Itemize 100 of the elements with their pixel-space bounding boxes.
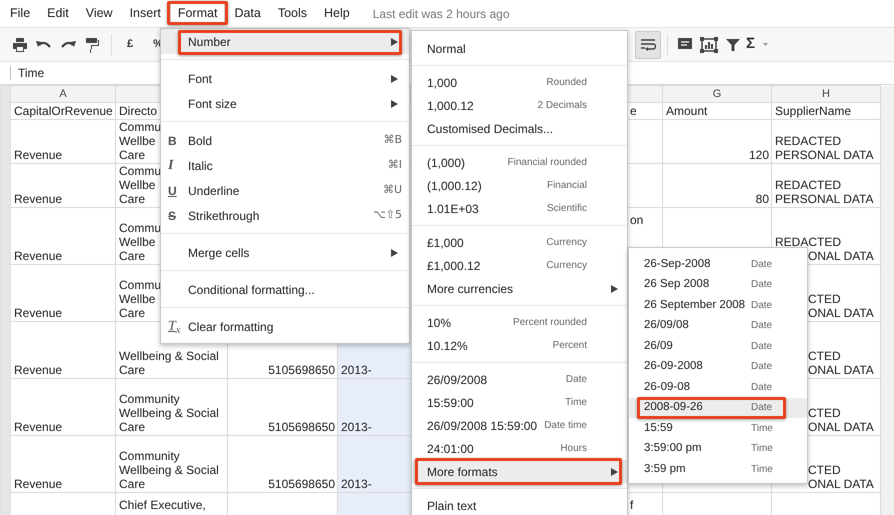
menu-item[interactable]: View: [78, 2, 121, 25]
text-wrap-icon[interactable]: [634, 30, 661, 58]
submenu-arrow-icon: [391, 248, 398, 256]
sum-button[interactable]: Σ: [746, 33, 768, 56]
cell-text: Commu Wellbe Care: [119, 221, 162, 263]
cell-text: Directo: [119, 104, 158, 118]
submenu-arrow-icon: [611, 284, 618, 292]
cell-text: Commu Wellbe Care: [119, 164, 162, 206]
menu-item[interactable]: Tools: [270, 2, 316, 25]
menu-item[interactable]: £1,000.12 Currency: [412, 254, 627, 277]
currency-button[interactable]: £: [118, 36, 142, 53]
cell-text: Commu Wellbe Care: [119, 120, 162, 162]
menu-item[interactable]: Customised Decimals...: [412, 117, 627, 140]
menu-item[interactable]: 15:59:00 Time: [412, 391, 627, 414]
cell-text: Commu Wellbe Care: [119, 278, 162, 320]
column-header[interactable]: A: [10, 86, 116, 102]
menu-item[interactable]: £1,000 Currency: [412, 231, 627, 254]
column-header[interactable]: H: [772, 86, 880, 102]
format-hint: Time: [751, 422, 773, 436]
cell-text: CTED ONAL DATA: [808, 406, 874, 434]
column-header[interactable]: G: [662, 86, 772, 102]
menu-item[interactable]: 26 Sep 2008 Date: [629, 274, 807, 295]
bold-icon: B: [168, 132, 188, 150]
menu-item[interactable]: I Italic ⌘I: [161, 153, 409, 178]
format-hint: Rounded: [546, 76, 587, 90]
format-hint: Date: [751, 360, 772, 374]
menu-item[interactable]: 3:59:00 pm Time: [629, 438, 807, 459]
menu-item[interactable]: 1.01E+03 Scientific: [412, 197, 627, 220]
menu-item[interactable]: Data: [226, 2, 269, 25]
cell-text: Revenue: [14, 420, 62, 434]
menu-item[interactable]: U Underline ⌘U: [161, 178, 409, 203]
cell-text: 2013-: [341, 477, 372, 491]
menu-item[interactable]: 1,000.12 2 Decimals: [412, 94, 627, 117]
menu-item[interactable]: 1,000 Rounded: [412, 71, 627, 94]
menu-item[interactable]: 3:59 pm Time: [629, 459, 807, 480]
cell-text: 2013-: [341, 420, 372, 434]
menu-item[interactable]: Help: [316, 2, 358, 25]
cell-text: CTED ONAL DATA: [808, 349, 874, 377]
format-hint: Date time: [544, 419, 587, 433]
cell-text: Amount: [666, 104, 708, 118]
menu-item[interactable]: 24:01:00 Hours: [412, 437, 627, 460]
cell-text: Community Wellbeing & Social Care: [119, 392, 219, 434]
shortcut-label: ⌥⇧5: [373, 207, 402, 224]
italic-icon: I: [168, 155, 188, 176]
format-hint: Currency: [546, 236, 587, 250]
menu-item[interactable]: 26/09/08 Date: [629, 316, 807, 336]
cell-text: Revenue: [14, 306, 62, 320]
format-hint: Percent rounded: [513, 316, 587, 330]
menu-item[interactable]: Plain text: [412, 494, 627, 515]
cell-text: Revenue: [14, 477, 62, 491]
format-hint: Financial rounded: [508, 156, 587, 170]
menu-item[interactable]: Merge cells: [161, 240, 409, 265]
format-hint: Date: [751, 401, 772, 416]
underline-icon: U: [168, 182, 188, 200]
format-hint: Date: [566, 373, 587, 387]
menu-item[interactable]: B Bold ⌘B: [161, 128, 409, 153]
menu-item[interactable]: 26/09/2008 15:59:00 Date time: [412, 414, 627, 437]
menu-item[interactable]: Conditional formatting...: [161, 277, 409, 302]
menu-item[interactable]: 26/09/2008 Date: [412, 368, 627, 391]
cell-text: Revenue: [14, 192, 62, 206]
cell-text: CTED ONAL DATA: [808, 463, 874, 491]
menu-item[interactable]: Insert: [122, 2, 169, 25]
submenu-arrow-icon: [391, 74, 398, 82]
menu-item[interactable]: Number: [161, 29, 409, 54]
menu-item[interactable]: 15:59 Time: [629, 418, 807, 438]
cell-text: 5105698650: [268, 420, 335, 434]
format-hint: Date: [751, 380, 772, 395]
cell-text: REDACTED: [775, 235, 842, 249]
menu-item[interactable]: (1,000) Financial rounded: [412, 151, 627, 174]
menu-item[interactable]: 2008-09-26 Date: [629, 398, 807, 418]
format-hint: Hours: [560, 442, 587, 456]
cell-text: on: [630, 213, 644, 227]
menu-item[interactable]: File: [2, 2, 38, 25]
menu-item[interactable]: More formats: [412, 460, 627, 483]
menu-item[interactable]: Font: [161, 66, 409, 91]
menu-item[interactable]: 10% Percent rounded: [412, 311, 627, 334]
cell-text: Wellbeing & Social Care: [119, 349, 219, 377]
menu-item[interactable]: More currencies: [412, 277, 627, 300]
format-hint: Time: [751, 462, 773, 477]
menu-item[interactable]: T$_{x}$ Clear formatting: [161, 314, 409, 339]
menu-item[interactable]: 26/09 Date: [629, 336, 807, 356]
menu-item[interactable]: Font size: [161, 91, 409, 116]
cell-text: f: [630, 498, 634, 512]
cell-text: Revenue: [14, 148, 62, 162]
menu-item[interactable]: 26-09-2008 Date: [629, 356, 807, 377]
menu-item[interactable]: (1,000.12) Financial: [412, 174, 627, 197]
menu-item[interactable]: 10.12% Percent: [412, 334, 627, 357]
strikethrough-icon: S: [168, 206, 188, 224]
cell-text: 5105698650: [268, 477, 335, 491]
menu-item[interactable]: 26 September 2008 Date: [629, 295, 807, 316]
cell-text: SupplierName: [775, 104, 852, 118]
menu-item[interactable]: S Strikethrough ⌥⇧5: [161, 203, 409, 228]
format-hint: Scientific: [546, 202, 587, 216]
menu-item[interactable]: 26-Sep-2008 Date: [629, 254, 807, 274]
cell-text: Community Wellbeing & Social Care: [119, 449, 219, 491]
menu-item[interactable]: Edit: [39, 2, 77, 25]
menu-item[interactable]: 26-09-08 Date: [629, 377, 807, 398]
format-hint: Percent: [552, 339, 587, 353]
menu-item[interactable]: Normal: [412, 37, 627, 60]
cell-text: CTED ONAL DATA: [808, 292, 874, 320]
